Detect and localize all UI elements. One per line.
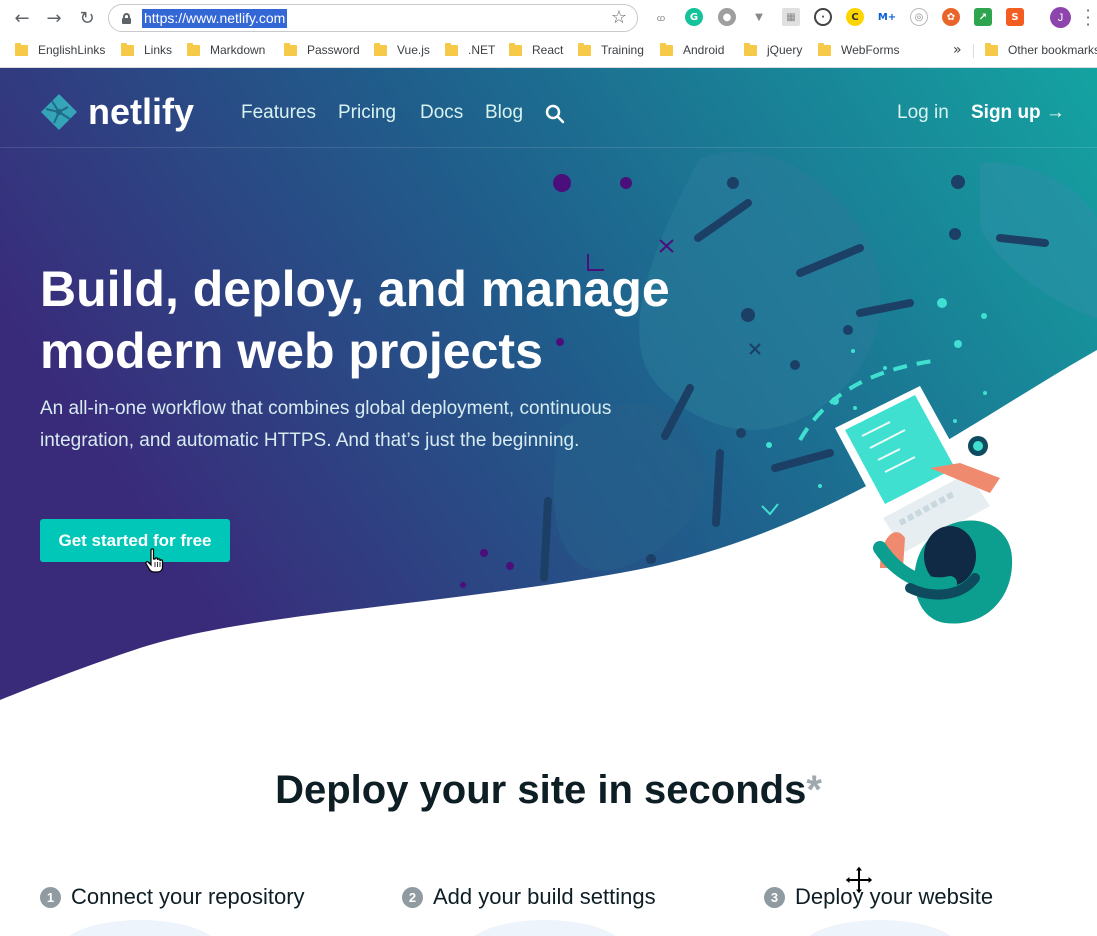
bookmark-folder[interactable]: Vue.js <box>374 42 430 58</box>
deploy-section-title: Deploy your site in seconds* <box>0 768 1097 813</box>
folder-icon <box>660 42 673 56</box>
step-illustration <box>60 920 220 936</box>
step-deploy-website: 3 Deploy your website <box>764 884 993 910</box>
bookmark-folder[interactable]: EnglishLinks <box>15 42 105 58</box>
browser-chrome: ← → ↻ https://www.netlify.com ☆ ꭃ G ● ▼ … <box>0 0 1097 68</box>
extension-icon[interactable]: ꭃ <box>652 8 670 26</box>
grammarly-icon[interactable]: G <box>685 8 703 26</box>
hero-headline-line1: Build, deploy, and manage <box>40 261 670 317</box>
hand-cursor-icon <box>145 548 164 573</box>
bookmark-folder[interactable]: Training <box>578 42 644 58</box>
extension-icon[interactable]: M+ <box>878 8 896 26</box>
bookmarks-divider <box>973 44 974 58</box>
bookmark-folder[interactable]: Android <box>660 42 724 58</box>
move-cursor-icon <box>844 865 874 895</box>
folder-icon <box>374 42 387 56</box>
browser-menu-icon[interactable]: · · · <box>1084 3 1092 33</box>
bookmark-folder[interactable]: Markdown <box>187 42 265 58</box>
reload-icon[interactable]: ↻ <box>75 6 99 30</box>
extension-icon[interactable]: ● <box>718 8 736 26</box>
hero-background <box>0 68 1097 700</box>
netlify-logo-text: netlify <box>88 91 195 132</box>
extension-icon[interactable]: S <box>1006 8 1024 26</box>
hero-headline-line2: modern web projects <box>40 323 543 379</box>
nav-features[interactable]: Features <box>241 102 316 124</box>
nav-blog[interactable]: Blog <box>485 102 523 124</box>
folder-icon <box>985 42 998 56</box>
step-label: Deploy your website <box>795 884 994 909</box>
step-connect-repository: 1 Connect your repository <box>40 884 305 910</box>
nav-docs[interactable]: Docs <box>420 102 463 124</box>
netlify-logo[interactable]: netlify <box>40 91 195 132</box>
lock-icon <box>122 13 131 24</box>
developer-illustration <box>835 386 1013 624</box>
folder-icon <box>509 42 522 56</box>
more-bookmarks-button[interactable]: » <box>953 42 962 58</box>
step-label: Add your build settings <box>433 884 656 909</box>
bookmark-star-icon[interactable]: ☆ <box>611 7 627 28</box>
folder-icon <box>284 42 297 56</box>
extension-icon[interactable]: ✿ <box>942 8 960 26</box>
extension-icon[interactable]: ▦ <box>782 8 800 26</box>
deploy-title-text: Deploy your site in seconds <box>275 768 807 812</box>
url-text[interactable]: https://www.netlify.com <box>142 9 288 28</box>
nav-pricing[interactable]: Pricing <box>338 102 396 124</box>
folder-icon <box>744 42 757 56</box>
bookmark-folder[interactable]: Password <box>284 42 360 58</box>
extension-icon[interactable]: ↗ <box>974 8 992 26</box>
bookmark-folder[interactable]: Links <box>121 42 172 58</box>
deploy-title-asterisk: * <box>806 768 822 812</box>
back-icon[interactable]: ← <box>10 6 34 30</box>
forward-icon[interactable]: → <box>42 6 66 30</box>
hero-headline: Build, deploy, and manage modern web pro… <box>40 258 680 382</box>
netlify-logo-icon <box>41 94 77 130</box>
bookmark-folder[interactable]: React <box>509 42 563 58</box>
step-illustration <box>465 920 625 936</box>
bookmarks-bar: EnglishLinks Links Markdown Password Vue… <box>0 38 1097 62</box>
folder-icon <box>187 42 200 56</box>
site-nav: netlify Features Pricing Docs Blog Log i… <box>0 68 1097 148</box>
folder-icon <box>15 42 28 56</box>
step-number-badge: 2 <box>402 886 423 908</box>
browser-toolbar: ← → ↻ https://www.netlify.com ☆ ꭃ G ● ▼ … <box>0 0 1097 36</box>
extension-icon[interactable]: · <box>814 8 832 26</box>
search-icon[interactable] <box>545 104 565 124</box>
signup-link[interactable]: Sign up → <box>971 102 1065 124</box>
step-label: Connect your repository <box>71 884 305 909</box>
address-bar[interactable]: https://www.netlify.com ☆ <box>108 4 638 32</box>
netlify-page: netlify Features Pricing Docs Blog Log i… <box>0 68 1097 936</box>
bookmark-folder[interactable]: WebForms <box>818 42 899 58</box>
login-link[interactable]: Log in <box>897 102 949 124</box>
step-illustration <box>800 920 960 936</box>
folder-icon <box>578 42 591 56</box>
folder-icon <box>818 42 831 56</box>
step-number-badge: 3 <box>764 886 785 908</box>
step-number-badge: 1 <box>40 886 61 908</box>
extension-icon[interactable]: ◎ <box>910 8 928 26</box>
extension-icon[interactable]: C <box>846 8 864 26</box>
bookmark-folder[interactable]: jQuery <box>744 42 802 58</box>
folder-icon <box>445 42 458 56</box>
profile-avatar[interactable]: J <box>1050 7 1071 28</box>
get-started-button[interactable]: Get started for free <box>40 519 230 562</box>
bookmark-folder[interactable]: .NET <box>445 42 495 58</box>
step-build-settings: 2 Add your build settings <box>402 884 656 910</box>
folder-icon <box>121 42 134 56</box>
vue-devtools-icon[interactable]: ▼ <box>750 8 768 26</box>
hero-subtext: An all-in-one workflow that combines glo… <box>40 398 612 451</box>
other-bookmarks-folder[interactable]: Other bookmarks <box>985 42 1097 58</box>
